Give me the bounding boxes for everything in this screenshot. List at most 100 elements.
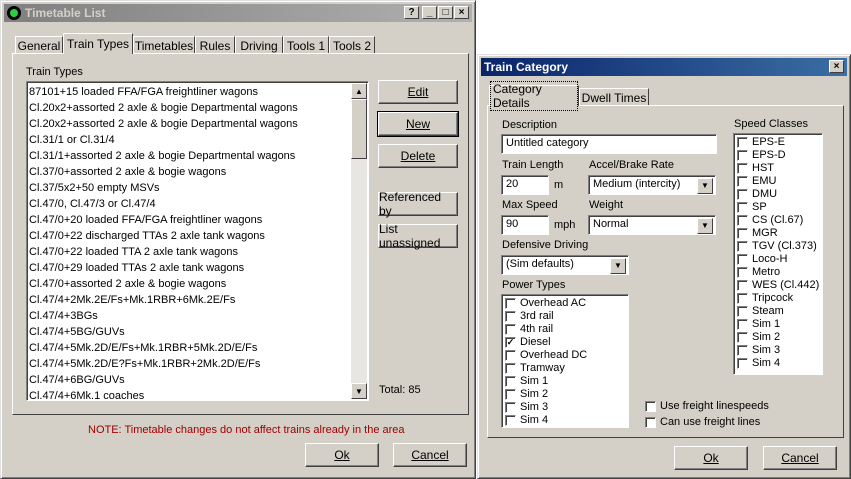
list-item[interactable]: Cl.47/4+5BG/GUVs xyxy=(29,324,349,340)
list-item[interactable]: Cl.47/4+6BG/GUVs xyxy=(29,372,349,388)
minimize-button[interactable]: _ xyxy=(422,6,437,19)
tab-driving[interactable]: Driving xyxy=(235,36,283,54)
speed-classes-list[interactable]: EPS-E EPS-D HST EMU DMU SP CS (Cl.67) MGR TGV (C… xyxy=(733,133,823,375)
speed-class-checkbox[interactable]: TGV (Cl.373) xyxy=(737,240,817,252)
speed-class-checkbox[interactable]: CS (Cl.67) xyxy=(737,214,803,226)
list-item[interactable]: Cl.47/4+5Mk.2D/E?Fs+Mk.1RBR+2Mk.2D/E/Fs xyxy=(29,356,349,372)
list-item[interactable]: Cl.37/5x2+50 empty MSVs xyxy=(29,180,349,196)
power-type-checkbox[interactable]: Overhead AC xyxy=(505,297,586,309)
list-item[interactable]: Cl.47/0+22 loaded TTA 2 axle tank wagons xyxy=(29,244,349,260)
power-type-checkbox[interactable]: Tramway xyxy=(505,362,565,374)
delete-button[interactable]: Delete xyxy=(378,144,458,168)
list-item[interactable]: Cl.31/1+assorted 2 axle & bogie Departme… xyxy=(29,148,349,164)
list-item[interactable]: Cl.31/1 or Cl.31/4 xyxy=(29,132,349,148)
ok-button[interactable]: Ok xyxy=(674,446,748,470)
speed-class-checkbox[interactable]: SP xyxy=(737,201,767,213)
train-length-label: Train Length xyxy=(502,159,564,171)
referenced-by-button[interactable]: Referenced by xyxy=(378,190,458,218)
power-type-label: 4th rail xyxy=(520,323,554,335)
maximize-button[interactable]: □ xyxy=(438,6,453,19)
tab-tools-1[interactable]: Tools 1 xyxy=(283,36,329,54)
power-types-list[interactable]: Overhead AC 3rd rail 4th rail ✓ Diesel Overhe… xyxy=(501,294,629,428)
use-freight-linespeeds-checkbox[interactable]: Use freight linespeeds xyxy=(645,400,769,412)
tab-dwell-times[interactable]: Dwell Times xyxy=(579,88,649,106)
close-button[interactable]: × xyxy=(829,60,844,73)
speed-class-checkbox[interactable]: HST xyxy=(737,162,774,174)
speed-class-label: HST xyxy=(752,162,774,174)
list-item[interactable]: Cl.20x2+assorted 2 axle & bogie Departme… xyxy=(29,100,349,116)
scroll-up-icon[interactable]: ▲ xyxy=(351,83,367,99)
timetable-note: NOTE: Timetable changes do not affect tr… xyxy=(88,424,405,436)
new-button[interactable]: New xyxy=(377,111,459,137)
power-type-checkbox[interactable]: 3rd rail xyxy=(505,310,554,322)
defensive-driving-select[interactable]: (Sim defaults) ▼ xyxy=(501,255,629,275)
list-unassigned-button[interactable]: List unassigned xyxy=(378,222,458,250)
description-input[interactable]: Untitled category xyxy=(501,134,717,154)
power-type-checkbox[interactable]: Sim 2 xyxy=(505,388,548,400)
scroll-thumb[interactable] xyxy=(351,99,367,159)
speed-class-checkbox[interactable]: Steam xyxy=(737,305,784,317)
list-item[interactable]: Cl.47/4+3BGs xyxy=(29,308,349,324)
speed-class-checkbox[interactable]: Sim 4 xyxy=(737,357,780,369)
edit-button[interactable]: Edit xyxy=(378,80,458,104)
can-use-freight-lines-checkbox[interactable]: Can use freight lines xyxy=(645,416,760,428)
train-types-list[interactable]: 87101+15 loaded FFA/FGA freightliner wag… xyxy=(26,81,369,401)
list-item[interactable]: 87101+15 loaded FFA/FGA freightliner wag… xyxy=(29,84,349,100)
scroll-down-icon[interactable]: ▼ xyxy=(351,383,367,399)
speed-class-checkbox[interactable]: DMU xyxy=(737,188,777,200)
power-type-checkbox[interactable]: Overhead DC xyxy=(505,349,587,361)
cancel-button[interactable]: Cancel xyxy=(763,446,837,470)
list-item[interactable]: Cl.47/4+5Mk.2D/E/Fs+Mk.1RBR+5Mk.2D/E/Fs xyxy=(29,340,349,356)
list-item[interactable]: Cl.47/0, Cl.47/3 or Cl.47/4 xyxy=(29,196,349,212)
checkbox-box xyxy=(737,292,748,304)
checkbox-box xyxy=(737,279,748,291)
list-item[interactable]: Cl.37/0+assorted 2 axle & bogie wagons xyxy=(29,164,349,180)
checkbox-box xyxy=(737,136,748,148)
list-item[interactable]: Cl.47/4+2Mk.2E/Fs+Mk.1RBR+6Mk.2E/Fs xyxy=(29,292,349,308)
train-length-input[interactable]: 20 xyxy=(501,175,549,195)
power-type-checkbox[interactable]: Sim 4 xyxy=(505,414,548,426)
max-speed-input[interactable]: 90 xyxy=(501,215,549,235)
train-category-titlebar[interactable]: Train Category × xyxy=(481,58,847,76)
speed-class-checkbox[interactable]: MGR xyxy=(737,227,778,239)
chevron-down-icon[interactable]: ▼ xyxy=(697,178,713,194)
weight-select[interactable]: Normal ▼ xyxy=(588,215,716,235)
tab-train-types[interactable]: Train Types xyxy=(63,33,133,54)
tab-category-details[interactable]: Category Details xyxy=(489,81,579,111)
list-item[interactable]: Cl.47/0+20 loaded FFA/FGA freightliner w… xyxy=(29,212,349,228)
speed-class-checkbox[interactable]: Sim 3 xyxy=(737,344,780,356)
close-button[interactable]: × xyxy=(454,6,469,19)
speed-class-checkbox[interactable]: EPS-E xyxy=(737,136,785,148)
speed-class-checkbox[interactable]: Sim 1 xyxy=(737,318,780,330)
speed-class-checkbox[interactable]: Loco-H xyxy=(737,253,787,265)
speed-class-checkbox[interactable]: Metro xyxy=(737,266,780,278)
power-type-checkbox[interactable]: Sim 1 xyxy=(505,375,548,387)
cancel-button[interactable]: Cancel xyxy=(393,443,467,467)
speed-class-checkbox[interactable]: EPS-D xyxy=(737,149,786,161)
list-scrollbar[interactable]: ▲ ▼ xyxy=(351,83,367,399)
speed-class-checkbox[interactable]: Sim 2 xyxy=(737,331,780,343)
description-label: Description xyxy=(502,119,558,131)
power-type-checkbox[interactable]: Sim 3 xyxy=(505,401,548,413)
power-type-checkbox[interactable]: ✓ Diesel xyxy=(505,336,551,348)
power-type-checkbox[interactable]: 4th rail xyxy=(505,323,553,335)
help-button[interactable]: ? xyxy=(404,6,419,19)
timetable-list-titlebar[interactable]: Timetable List ? _ □ × xyxy=(4,4,472,22)
ok-button[interactable]: Ok xyxy=(305,443,379,467)
chevron-down-icon[interactable]: ▼ xyxy=(610,258,626,274)
list-item[interactable]: Cl.47/0+assorted 2 axle & bogie wagons xyxy=(29,276,349,292)
tab-tools-2[interactable]: Tools 2 xyxy=(329,36,375,54)
speed-class-checkbox[interactable]: EMU xyxy=(737,175,776,187)
speed-class-checkbox[interactable]: WES (Cl.442) xyxy=(737,279,819,291)
tab-rules[interactable]: Rules xyxy=(195,36,235,54)
tab-timetables[interactable]: Timetables xyxy=(133,36,195,54)
list-item[interactable]: Cl.47/4+6Mk.1 coaches xyxy=(29,388,349,400)
list-item[interactable]: Cl.47/0+22 discharged TTAs 2 axle tank w… xyxy=(29,228,349,244)
weight-label: Weight xyxy=(589,199,624,211)
accel-brake-select[interactable]: Medium (intercity) ▼ xyxy=(588,175,716,195)
list-item[interactable]: Cl.47/0+29 loaded TTAs 2 axle tank wagon… xyxy=(29,260,349,276)
tab-general[interactable]: General xyxy=(15,36,63,54)
chevron-down-icon[interactable]: ▼ xyxy=(697,218,713,234)
speed-class-checkbox[interactable]: Tripcock xyxy=(737,292,793,304)
list-item[interactable]: Cl.20x2+assorted 2 axle & bogie Departme… xyxy=(29,116,349,132)
